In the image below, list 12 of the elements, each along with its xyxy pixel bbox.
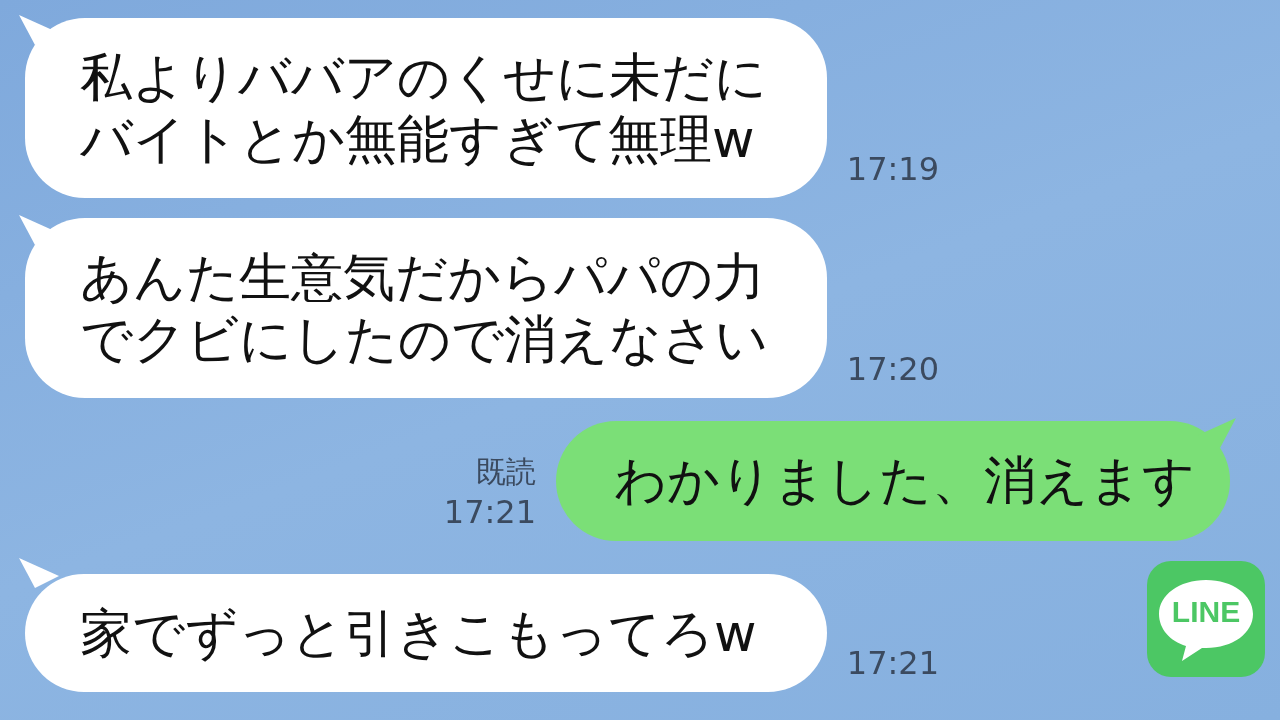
message-bubble: 家でずっと引きこもってろw: [25, 574, 827, 692]
bubble-tail: [19, 558, 59, 588]
message-bubble: わかりました、消えます: [556, 421, 1230, 541]
timestamp: 17:20: [846, 350, 939, 388]
timestamp: 17:19: [846, 150, 939, 188]
speech-bubble-icon: [1158, 578, 1254, 662]
logo-text: LINE: [1170, 595, 1242, 629]
timestamp: 17:21: [846, 644, 939, 682]
message-bubble: あんた生意気だからパパの力でクビにしたので消えなさい: [25, 218, 827, 398]
read-receipt: 既読: [476, 453, 536, 491]
message-bubble: 私よりババアのくせに未だにバイトとか無能すぎて無理w: [25, 18, 827, 198]
timestamp: 17:21: [443, 493, 536, 531]
